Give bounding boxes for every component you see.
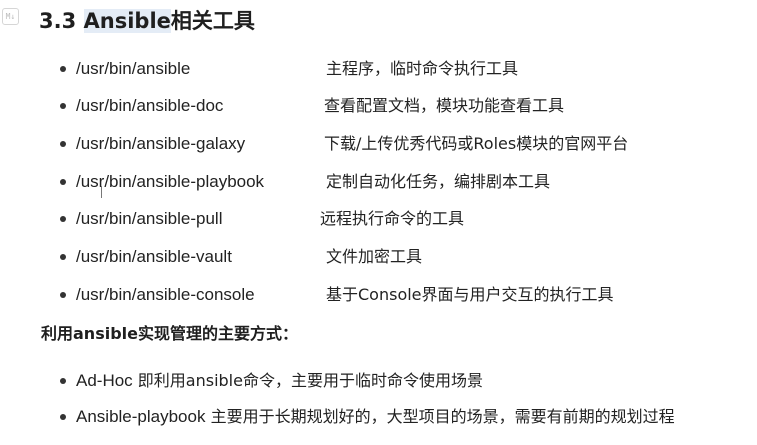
mode-entry: Ad-Hoc 即利用ansible命令，主要用于临时命令使用场景 — [76, 369, 483, 393]
section-number: 3.3 — [39, 9, 77, 33]
mode-name: Ansible-playbook — [76, 407, 206, 426]
section-title-rest: 相关工具 — [170, 9, 255, 33]
tool-path: /usr/bin/ansible — [76, 59, 191, 78]
mode-description: 主要用于长期规划好的，大型项目的场景，需要有前期的规划过程 — [210, 407, 675, 426]
bullet-icon — [60, 66, 66, 72]
subheading: 利用ansible实现管理的主要方式： — [41, 324, 298, 343]
bullet-icon — [60, 414, 66, 420]
bullet-icon — [60, 103, 66, 109]
section-title-highlight: Ansible — [83, 9, 171, 33]
text-cursor — [101, 186, 103, 198]
bullet-icon — [60, 378, 66, 384]
tool-description: 远程执行命令的工具 — [320, 209, 465, 228]
tool-path: /usr/bin/ansible-doc — [76, 96, 224, 115]
tool-description: 定制自动化任务，编排剧本工具 — [326, 172, 551, 191]
bullet-icon — [60, 141, 66, 147]
tool-description: 文件加密工具 — [326, 247, 423, 266]
bullet-icon — [60, 179, 66, 185]
tool-path: /usr/bin/ansible-galaxy — [76, 134, 246, 153]
tool-path: /usr/bin/ansible-vault — [76, 247, 232, 266]
tool-description: 查看配置文档，模块功能查看工具 — [324, 96, 565, 115]
mode-entry: Ansible-playbook 主要用于长期规划好的，大型项目的场景，需要有前… — [76, 405, 675, 429]
bullet-icon — [60, 292, 66, 298]
tool-description: 基于Console界面与用户交互的执行工具 — [326, 285, 614, 304]
tool-path: /usr/bin/ansible-console — [76, 285, 255, 304]
mode-description: 即利用ansible命令，主要用于临时命令使用场景 — [137, 371, 483, 390]
tool-description: 主程序，临时命令执行工具 — [326, 59, 519, 78]
tool-path: /usr/bin/ansible-playbook — [76, 172, 265, 191]
tool-description: 下载/上传优秀代码或Roles模块的官网平台 — [324, 134, 629, 153]
bullet-icon — [60, 216, 66, 222]
markdown-block-icon: M↓ — [2, 8, 19, 25]
bullet-icon — [60, 254, 66, 260]
mode-name: Ad-Hoc — [76, 371, 133, 390]
section-title: 3.3 Ansible相关工具 — [39, 5, 255, 35]
tool-path: /usr/bin/ansible-pull — [76, 209, 223, 228]
